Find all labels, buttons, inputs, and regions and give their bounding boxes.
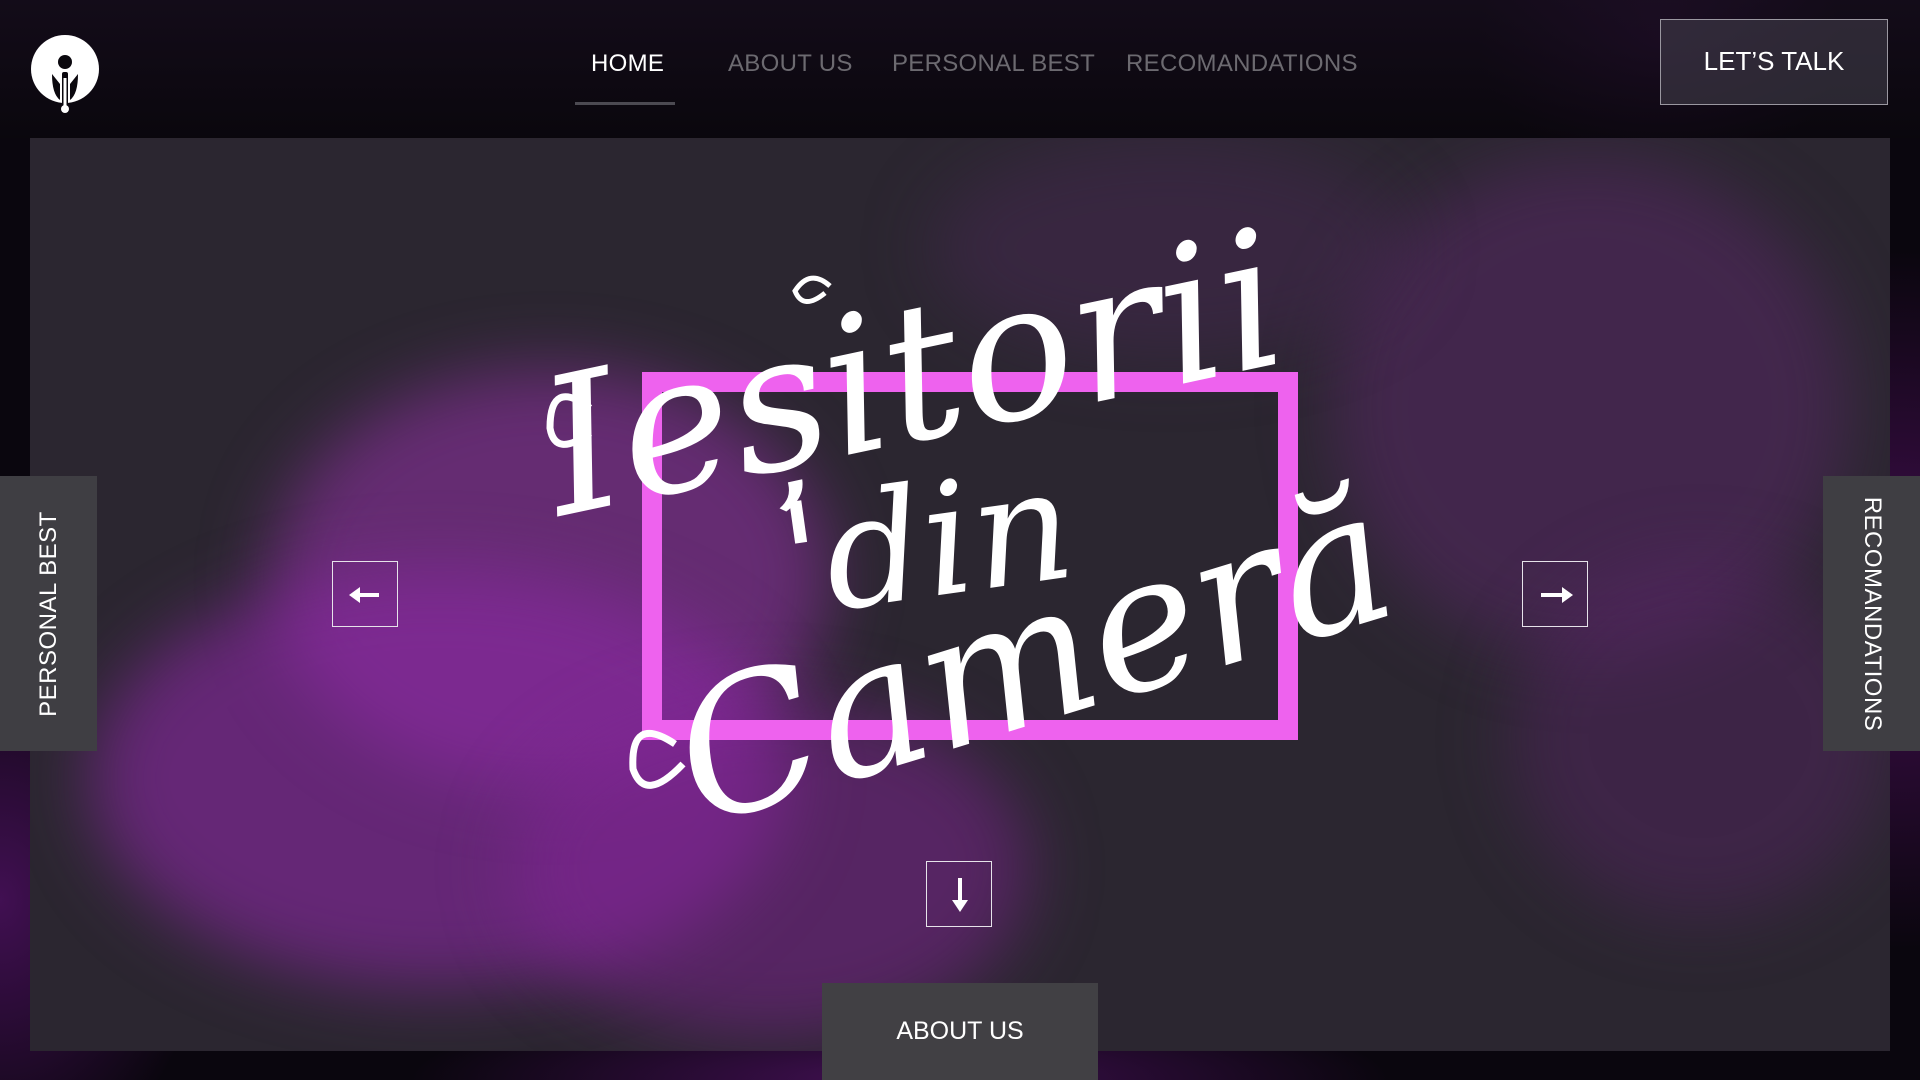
hero-banner: Ieșitorii 'din Cameră xyxy=(30,138,1890,1051)
arrow-left-icon xyxy=(349,587,379,603)
nav-active-indicator xyxy=(575,102,675,105)
arrow-down-icon xyxy=(952,878,968,912)
arrow-right-icon xyxy=(1541,587,1573,603)
nav-about-us[interactable]: ABOUT US xyxy=(728,44,853,104)
hero-content: Ieșitorii 'din Cameră xyxy=(30,138,1890,1051)
side-tab-personal-best-label: PERSONAL BEST xyxy=(34,510,62,717)
nav-recomandations[interactable]: RECOMANDATIONS xyxy=(1126,44,1358,104)
side-tab-recomandations[interactable]: RECOMANDATIONS xyxy=(1823,476,1920,751)
prev-slide-button[interactable] xyxy=(332,561,398,627)
side-tab-recomandations-label: RECOMANDATIONS xyxy=(1858,496,1886,731)
scroll-down-button[interactable] xyxy=(926,861,992,927)
page: HOME ABOUT US PERSONAL BEST RECOMANDATIO… xyxy=(0,0,1920,1080)
nav-personal-best[interactable]: PERSONAL BEST xyxy=(892,44,1095,104)
swash-decoration xyxy=(629,730,686,789)
nav-home[interactable]: HOME xyxy=(591,44,664,104)
bottom-tab-about-us[interactable]: ABOUT US xyxy=(822,983,1098,1080)
next-slide-button[interactable] xyxy=(1522,561,1588,627)
lets-talk-button[interactable]: LET’S TALK xyxy=(1660,19,1888,105)
main-navigation: HOME ABOUT US PERSONAL BEST RECOMANDATIO… xyxy=(0,44,1920,104)
side-tab-personal-best[interactable]: PERSONAL BEST xyxy=(0,476,97,751)
